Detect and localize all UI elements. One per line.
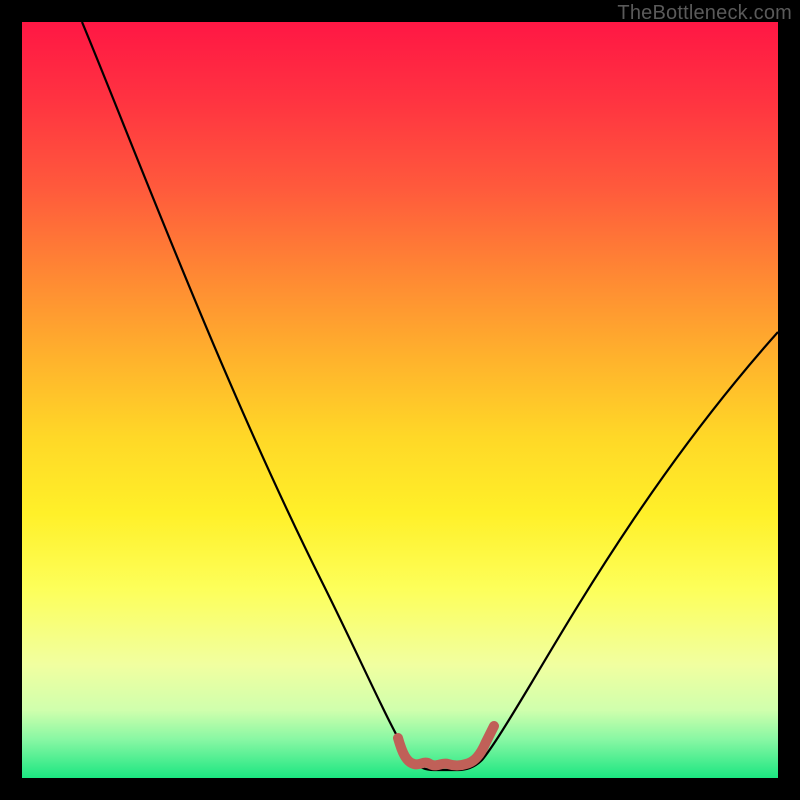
bottleneck-curve-path: [82, 22, 778, 770]
plot-area: [22, 22, 778, 778]
chart-frame: TheBottleneck.com: [0, 0, 800, 800]
low-band-marker: [400, 744, 488, 778]
attribution-label: TheBottleneck.com: [617, 2, 792, 25]
low-band-stroke: [398, 726, 494, 766]
chart-svg: [22, 22, 778, 778]
